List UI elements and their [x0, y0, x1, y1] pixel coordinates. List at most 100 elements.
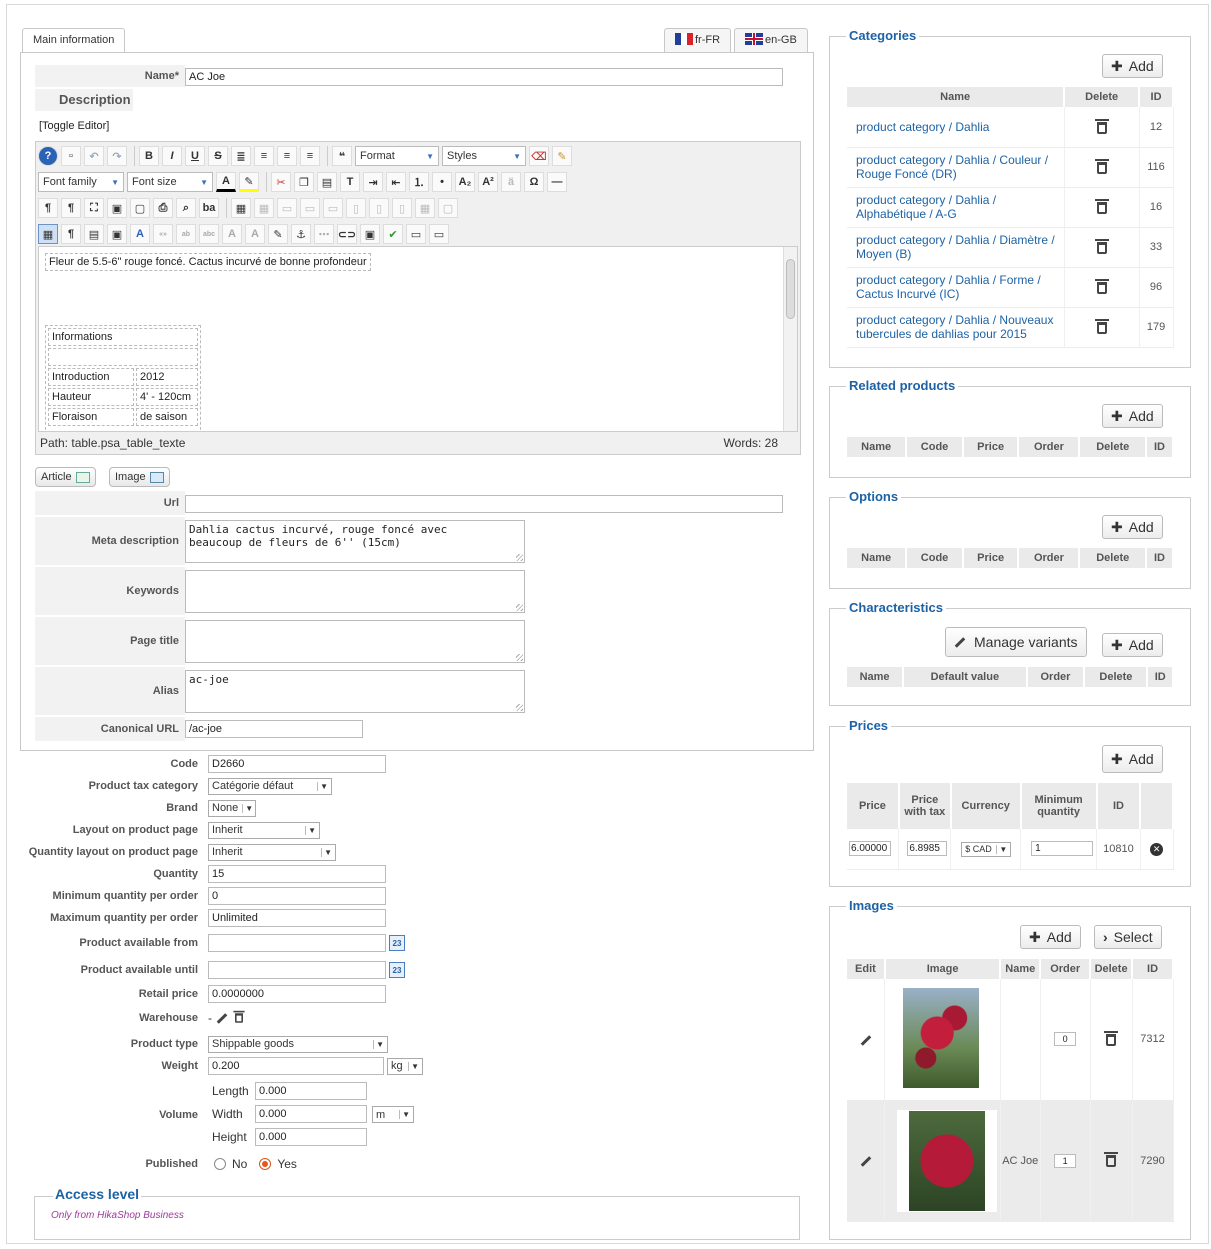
meta-description-textarea[interactable]: Dahlia cactus incurvé, rouge foncé avec …: [185, 520, 525, 563]
toggle-editor-link[interactable]: [Toggle Editor]: [39, 120, 109, 132]
alias-textarea[interactable]: ac-joe: [185, 670, 525, 713]
help-icon[interactable]: ?: [38, 146, 58, 166]
indent-icon[interactable]: ⇥: [363, 172, 383, 192]
brand-select[interactable]: None ▼: [208, 799, 256, 817]
align-left-icon[interactable]: ≡: [277, 146, 297, 166]
split-cells-icon[interactable]: ▦: [415, 198, 435, 218]
insert-image-button[interactable]: Image: [109, 467, 170, 487]
tab-fr-fr[interactable]: fr-FR: [664, 28, 732, 52]
published-yes-option[interactable]: Yes: [259, 1157, 297, 1171]
trash-icon[interactable]: [1104, 1152, 1119, 1168]
new-document-icon[interactable]: ▫: [61, 146, 81, 166]
minimum-quantity-input[interactable]: 1: [1031, 841, 1094, 857]
dahlia-photo-2[interactable]: [909, 1110, 986, 1211]
font-size-select[interactable]: Font size ▼: [127, 172, 213, 192]
add-category-button[interactable]: ✚ Add: [1102, 54, 1163, 78]
trash-icon[interactable]: [1104, 1031, 1119, 1047]
trash-icon[interactable]: [1094, 158, 1109, 174]
add-characteristic-button[interactable]: ✚ Add: [1102, 633, 1163, 657]
delete-col-icon[interactable]: ▯: [392, 198, 412, 218]
visual-chars-icon[interactable]: ¶: [61, 224, 81, 244]
dahlia-photo-1[interactable]: [903, 988, 980, 1088]
omega-icon[interactable]: Ω: [524, 172, 544, 192]
rtl-icon[interactable]: ¶: [61, 198, 81, 218]
delete-table-icon[interactable]: ▦: [254, 198, 274, 218]
cut-icon[interactable]: ✂: [271, 172, 291, 192]
eraser-icon[interactable]: ⌫: [529, 146, 549, 166]
merge-cells-icon[interactable]: ▢: [438, 198, 458, 218]
italic-icon[interactable]: I: [162, 146, 182, 166]
spellcheck-icon[interactable]: ✔: [383, 224, 403, 244]
fullscreen-icon[interactable]: ⛶: [84, 198, 104, 218]
acronym-icon[interactable]: abc: [199, 224, 219, 244]
image-order-input[interactable]: 1: [1054, 1153, 1077, 1168]
numbered-list-icon[interactable]: ⒈: [409, 172, 429, 192]
manage-variants-button[interactable]: Manage variants: [945, 627, 1087, 657]
category-link[interactable]: product category / Dahlia / Alphabétique…: [856, 193, 996, 221]
underline-icon[interactable]: U: [185, 146, 205, 166]
category-link[interactable]: product category / Dahlia / Nouveaux tub…: [856, 313, 1053, 341]
url-input[interactable]: [185, 495, 783, 513]
format-select[interactable]: Format ▼: [355, 146, 439, 166]
keywords-textarea[interactable]: [185, 570, 525, 613]
special-char-icon[interactable]: ä: [501, 172, 521, 192]
product-type-select[interactable]: Shippable goods ▼: [208, 1035, 388, 1053]
bold-icon[interactable]: B: [139, 146, 159, 166]
canonical-url-input[interactable]: /ac-joe: [185, 720, 363, 738]
add-image-button[interactable]: ✚ Add: [1020, 925, 1081, 949]
trash-icon[interactable]: [1094, 118, 1109, 134]
paste-icon[interactable]: ▤: [317, 172, 337, 192]
category-link[interactable]: product category / Dahlia / Forme / Cact…: [856, 273, 1041, 301]
visual-aid-icon[interactable]: ▦: [38, 224, 58, 244]
abbreviation-icon[interactable]: ab: [176, 224, 196, 244]
price-with-tax-input[interactable]: 6.8985: [907, 841, 948, 857]
outdent-icon[interactable]: ⇤: [386, 172, 406, 192]
text-color-icon[interactable]: A: [216, 172, 236, 192]
blockquote-icon[interactable]: ❝: [332, 146, 352, 166]
editor-scrollbar[interactable]: [783, 247, 797, 431]
length-input[interactable]: 0.000: [255, 1082, 367, 1100]
currency-select[interactable]: $ CAD ▼: [961, 841, 1012, 857]
cite-icon[interactable]: «»: [153, 224, 173, 244]
trash-icon[interactable]: [1094, 238, 1109, 254]
subscript-icon[interactable]: A₂: [455, 172, 475, 192]
paste-text-icon[interactable]: T: [340, 172, 360, 192]
horizontal-rule-icon[interactable]: —: [547, 172, 567, 192]
undo-icon[interactable]: ↶: [84, 146, 104, 166]
copy-icon[interactable]: ❐: [294, 172, 314, 192]
radio-off-icon[interactable]: [214, 1158, 226, 1170]
ltr-icon[interactable]: ¶: [38, 198, 58, 218]
strikethrough-icon[interactable]: S: [208, 146, 228, 166]
attribs-icon[interactable]: ✎: [268, 224, 288, 244]
calendar-icon[interactable]: 23: [389, 935, 405, 951]
editor-content-area[interactable]: Fleur de 5.5-6" rouge foncé. Cactus incu…: [38, 246, 798, 432]
layer-icon[interactable]: ▣: [107, 224, 127, 244]
pagebreak-icon[interactable]: ▭: [429, 224, 449, 244]
category-link[interactable]: product category / Dahlia / Couleur / Ro…: [856, 153, 1048, 181]
remove-price-icon[interactable]: ✕: [1150, 843, 1164, 857]
col-after-icon[interactable]: ▯: [369, 198, 389, 218]
styles-select[interactable]: Styles ▼: [442, 146, 526, 166]
cleanup-brush-icon[interactable]: ✎: [552, 146, 572, 166]
calendar-icon[interactable]: 23: [389, 962, 405, 978]
insert-table-icon[interactable]: ▦: [231, 198, 251, 218]
add-related-product-button[interactable]: ✚ Add: [1102, 404, 1163, 428]
style-props-icon[interactable]: ▤: [84, 224, 104, 244]
layout-select[interactable]: Inherit ▼: [208, 821, 320, 839]
align-center-icon[interactable]: ≡: [254, 146, 274, 166]
volume-unit-select[interactable]: m ▼: [372, 1106, 414, 1123]
add-price-button[interactable]: ✚ Add: [1102, 745, 1163, 773]
min-quantity-input[interactable]: 0: [208, 887, 386, 905]
col-before-icon[interactable]: ▯: [346, 198, 366, 218]
print-icon[interactable]: ⎙: [153, 198, 173, 218]
nonbreaking-icon[interactable]: ⋯: [314, 224, 334, 244]
image-order-input[interactable]: 0: [1054, 1032, 1077, 1047]
weight-unit-select[interactable]: kg ▼: [387, 1057, 423, 1075]
add-option-button[interactable]: ✚ Add: [1102, 515, 1163, 539]
align-justify-icon[interactable]: ≣: [231, 146, 251, 166]
max-quantity-input[interactable]: Unlimited: [208, 909, 386, 927]
ins-icon[interactable]: A: [245, 224, 265, 244]
trash-icon[interactable]: [1094, 198, 1109, 214]
available-from-input[interactable]: [208, 934, 386, 952]
insert-article-button[interactable]: Article: [35, 467, 96, 487]
